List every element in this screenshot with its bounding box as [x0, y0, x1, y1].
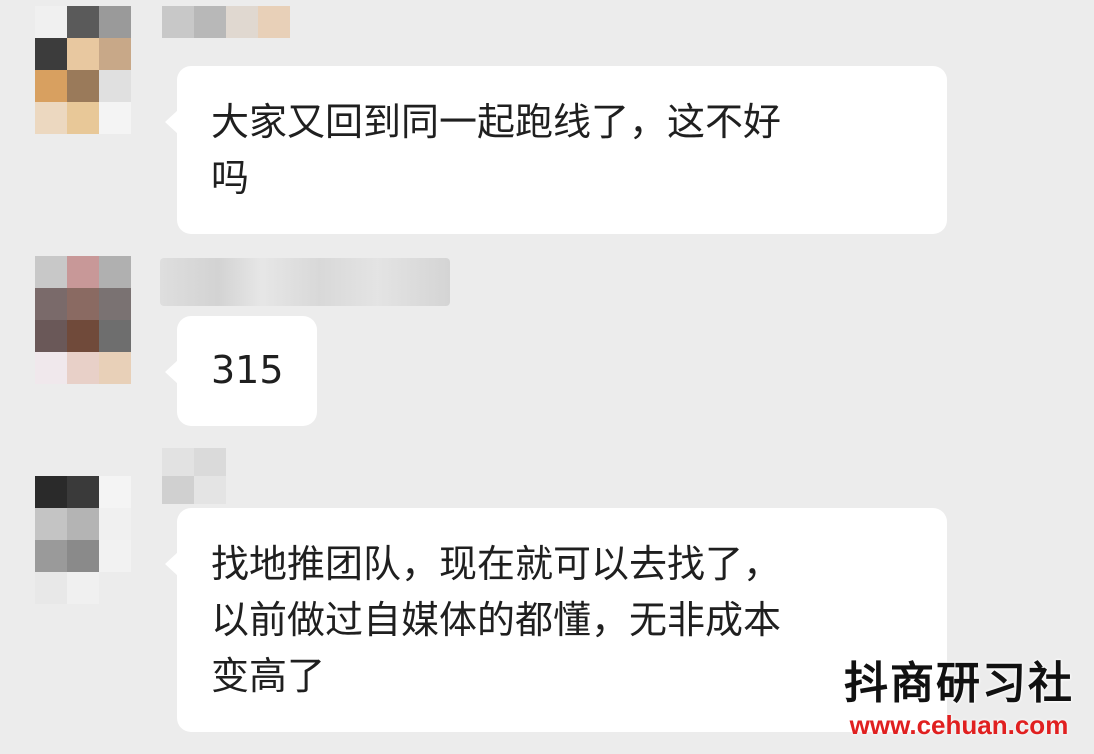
- sender-name: [162, 6, 290, 38]
- watermark-title: 抖商研习社: [844, 658, 1074, 709]
- watermark: 抖商研习社 www.cehuan.com: [844, 658, 1074, 740]
- avatar[interactable]: [35, 6, 131, 134]
- message-text: 315: [211, 348, 284, 392]
- sender-name: [162, 448, 226, 504]
- sender-name: [160, 258, 450, 306]
- message-text: 大家又回到同一起跑线了，这不好 吗: [211, 100, 782, 200]
- message-bubble: 315: [165, 316, 317, 426]
- message-bubble: 找地推团队，现在就可以去找了， 以前做过自媒体的都懂，无非成本 变高了: [165, 508, 947, 732]
- watermark-url: www.cehuan.com: [849, 710, 1069, 740]
- avatar[interactable]: [35, 476, 131, 604]
- chat-history: 大家又回到同一起跑线了，这不好 吗 315 找地推团队，现在就可以去找了， 以前…: [0, 0, 1094, 754]
- message-text: 找地推团队，现在就可以去找了， 以前做过自媒体的都懂，无非成本 变高了: [211, 542, 782, 698]
- message-bubble: 大家又回到同一起跑线了，这不好 吗: [165, 66, 947, 234]
- avatar[interactable]: [35, 256, 131, 384]
